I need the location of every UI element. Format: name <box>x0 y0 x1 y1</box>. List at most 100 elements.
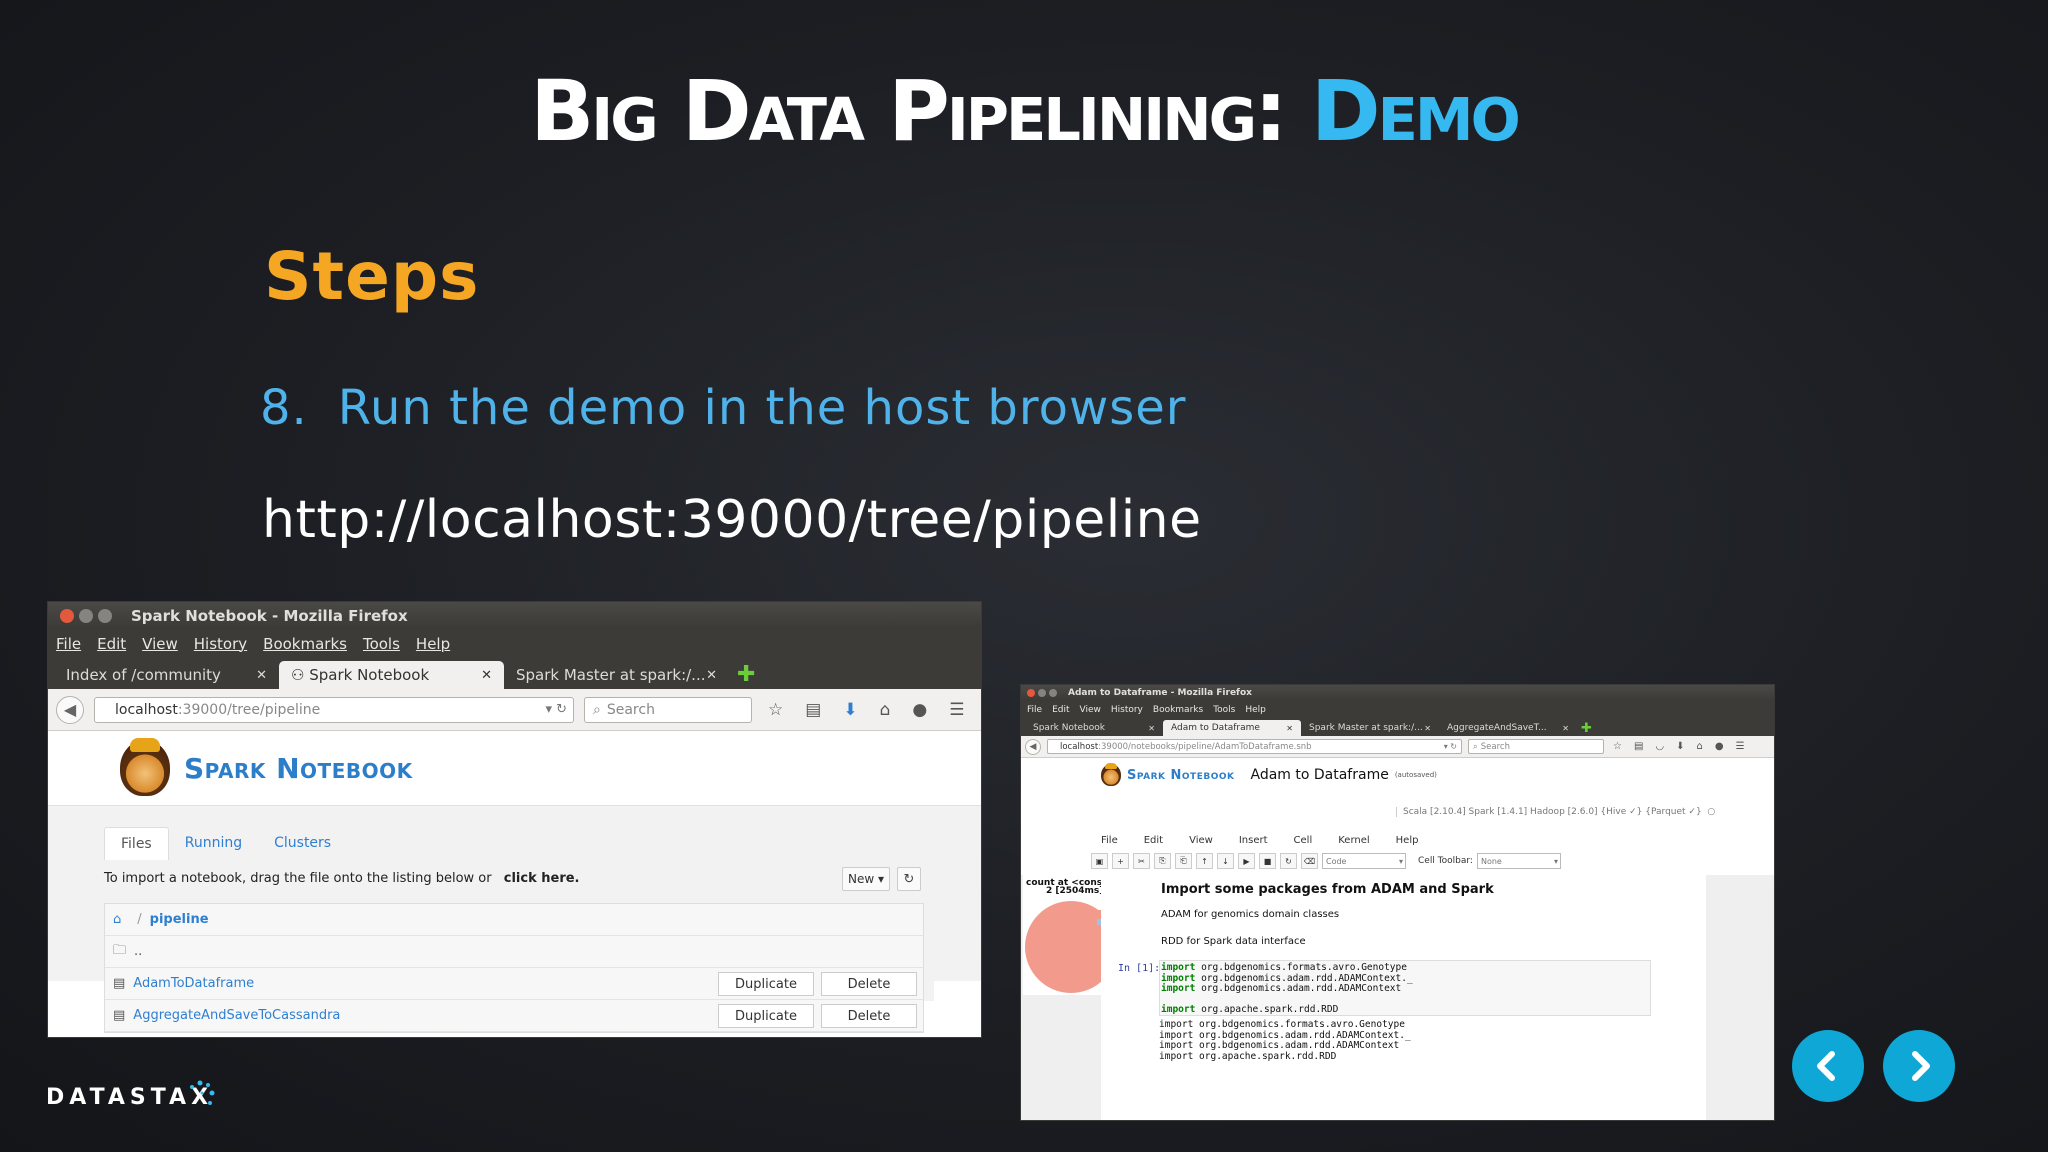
download-icon[interactable]: ⬇ <box>1676 741 1684 752</box>
next-slide-button[interactable] <box>1883 1030 1955 1102</box>
insert-cell-icon[interactable]: + <box>1112 853 1129 869</box>
home-icon[interactable]: ⌂ <box>113 912 121 927</box>
browser-tab-index[interactable]: Index of /community ✕ <box>54 661 279 689</box>
close-tab-icon[interactable]: ✕ <box>1424 724 1431 733</box>
nb-menu-help[interactable]: Help <box>1396 835 1419 846</box>
output-line: import org.bdgenomics.adam.rdd.ADAMConte… <box>1159 1040 1400 1051</box>
back-icon[interactable]: ◀ <box>56 695 84 724</box>
delete-button[interactable]: Delete <box>821 1004 917 1028</box>
menu-bookmarks[interactable]: Bookmarks <box>263 635 347 653</box>
menu-tools[interactable]: Tools <box>1213 705 1235 715</box>
pocket-icon[interactable]: ◡ <box>1655 741 1664 752</box>
window-titlebar: Adam to Dataframe - Mozilla Firefox <box>1021 685 1774 701</box>
close-window-icon[interactable] <box>1027 689 1035 697</box>
search-input[interactable]: ⌕ Search <box>584 696 752 723</box>
move-down-icon[interactable]: ↓ <box>1217 853 1234 869</box>
browser-tab-spark-notebook[interactable]: Spark Notebook ✕ <box>1025 720 1163 736</box>
nb-menu-view[interactable]: View <box>1189 835 1213 846</box>
reading-list-icon[interactable]: ▤ <box>1634 741 1643 752</box>
menu-file[interactable]: File <box>1027 705 1042 715</box>
notebook-link[interactable]: AggregateAndSaveToCassandra <box>133 1008 340 1023</box>
nb-menu-kernel[interactable]: Kernel <box>1338 835 1369 846</box>
menu-history[interactable]: History <box>194 635 247 653</box>
delete-button[interactable]: Delete <box>821 972 917 996</box>
nb-menu-file[interactable]: File <box>1101 835 1118 846</box>
menu-help[interactable]: Help <box>416 635 450 653</box>
bookmark-star-icon[interactable]: ☆ <box>1613 741 1622 752</box>
previous-slide-button[interactable] <box>1792 1030 1864 1102</box>
import-link[interactable]: click here. <box>504 871 580 886</box>
reading-list-icon[interactable]: ▤ <box>805 700 821 720</box>
chat-icon[interactable]: ● <box>1715 741 1724 752</box>
cut-icon[interactable]: ✂ <box>1133 853 1150 869</box>
refresh-icon[interactable]: ↻ <box>897 867 921 891</box>
run-icon[interactable]: ▶ <box>1238 853 1255 869</box>
close-tab-icon[interactable]: ✕ <box>1286 724 1293 733</box>
new-notebook-button[interactable]: New ▾ <box>842 867 890 891</box>
restart-icon[interactable]: ↻ <box>1280 853 1297 869</box>
browser-tab-aggregate[interactable]: AggregateAndSaveT... ✕ <box>1439 720 1577 736</box>
page-tabs: Files Running Clusters <box>104 827 347 860</box>
move-up-icon[interactable]: ↑ <box>1196 853 1213 869</box>
menu-tools[interactable]: Tools <box>363 635 400 653</box>
menu-history[interactable]: History <box>1111 705 1143 715</box>
stop-icon[interactable]: ■ <box>1259 853 1276 869</box>
browser-tab-spark-master[interactable]: Spark Master at spark:/... ✕ <box>504 661 729 689</box>
close-tab-icon[interactable]: ✕ <box>1562 724 1569 733</box>
tab-clusters[interactable]: Clusters <box>258 827 347 860</box>
tab-files[interactable]: Files <box>104 827 169 860</box>
menu-help[interactable]: Help <box>1245 705 1266 715</box>
new-tab-icon[interactable]: ✚ <box>1581 721 1592 736</box>
back-icon[interactable]: ◀ <box>1025 738 1041 755</box>
tab-running[interactable]: Running <box>169 827 258 860</box>
duplicate-button[interactable]: Duplicate <box>718 1004 814 1028</box>
nb-menu-cell[interactable]: Cell <box>1294 835 1313 846</box>
minimize-window-icon[interactable] <box>1038 689 1046 697</box>
duplicate-button[interactable]: Duplicate <box>718 972 814 996</box>
menu-edit[interactable]: Edit <box>1052 705 1069 715</box>
nb-menu-edit[interactable]: Edit <box>1144 835 1163 846</box>
menu-file[interactable]: File <box>56 635 81 653</box>
browser-tab-adam-to-dataframe[interactable]: Adam to Dataframe ✕ <box>1163 720 1301 736</box>
minimize-window-icon[interactable] <box>79 608 93 623</box>
close-window-icon[interactable] <box>60 608 74 623</box>
new-tab-icon[interactable]: ✚ <box>737 662 755 687</box>
bookmark-star-icon[interactable]: ☆ <box>768 700 783 720</box>
app-logo-text: Spark Notebook <box>184 751 413 785</box>
reload-icon[interactable]: ▾ ↻ <box>1444 742 1457 751</box>
home-icon[interactable]: ⌂ <box>1697 741 1703 752</box>
home-icon[interactable]: ⌂ <box>880 700 891 720</box>
browser-tab-spark-notebook[interactable]: ⚇ Spark Notebook ✕ <box>279 661 504 689</box>
url-field[interactable]: localhost:39000/notebooks/pipeline/AdamT… <box>1047 739 1462 754</box>
menu-icon[interactable]: ☰ <box>1736 741 1745 752</box>
notebook-name[interactable]: Adam to Dataframe <box>1250 767 1388 783</box>
search-input[interactable]: ⌕ Search <box>1468 739 1604 754</box>
nb-menu-insert[interactable]: Insert <box>1239 835 1268 846</box>
maximize-window-icon[interactable] <box>98 608 112 623</box>
cell-toolbar-select[interactable]: None ▾ <box>1476 853 1561 869</box>
code-cell[interactable]: import org.bdgenomics.formats.avro.Genot… <box>1159 960 1651 1016</box>
close-tab-icon[interactable]: ✕ <box>481 668 492 683</box>
menu-icon[interactable]: ☰ <box>949 700 964 720</box>
reload-icon[interactable]: ▾ ↻ <box>545 702 567 717</box>
close-tab-icon[interactable]: ✕ <box>256 668 267 683</box>
browser-tab-spark-master[interactable]: Spark Master at spark:/... ✕ <box>1301 720 1439 736</box>
copy-icon[interactable]: ⎘ <box>1154 853 1171 869</box>
chat-icon[interactable]: ● <box>912 700 927 720</box>
notebook-link[interactable]: AdamToDataframe <box>133 976 254 991</box>
menu-view[interactable]: View <box>1080 705 1101 715</box>
cell-type-select[interactable]: Code ▾ <box>1322 853 1406 869</box>
paste-icon[interactable]: ⎗ <box>1175 853 1192 869</box>
save-icon[interactable]: ▣ <box>1091 853 1108 869</box>
close-tab-icon[interactable]: ✕ <box>1148 724 1155 733</box>
breadcrumb-pipeline[interactable]: pipeline <box>150 912 209 927</box>
download-icon[interactable]: ⬇ <box>843 700 857 720</box>
close-tab-icon[interactable]: ✕ <box>706 668 717 683</box>
url-field[interactable]: localhost:39000/tree/pipeline ▾ ↻ <box>94 696 574 723</box>
menu-edit[interactable]: Edit <box>97 635 126 653</box>
menu-view[interactable]: View <box>142 635 178 653</box>
maximize-window-icon[interactable] <box>1049 689 1057 697</box>
clear-icon[interactable]: ⌫ <box>1301 853 1318 869</box>
parent-directory-row[interactable]: 🗀 .. <box>105 936 923 968</box>
menu-bookmarks[interactable]: Bookmarks <box>1153 705 1203 715</box>
